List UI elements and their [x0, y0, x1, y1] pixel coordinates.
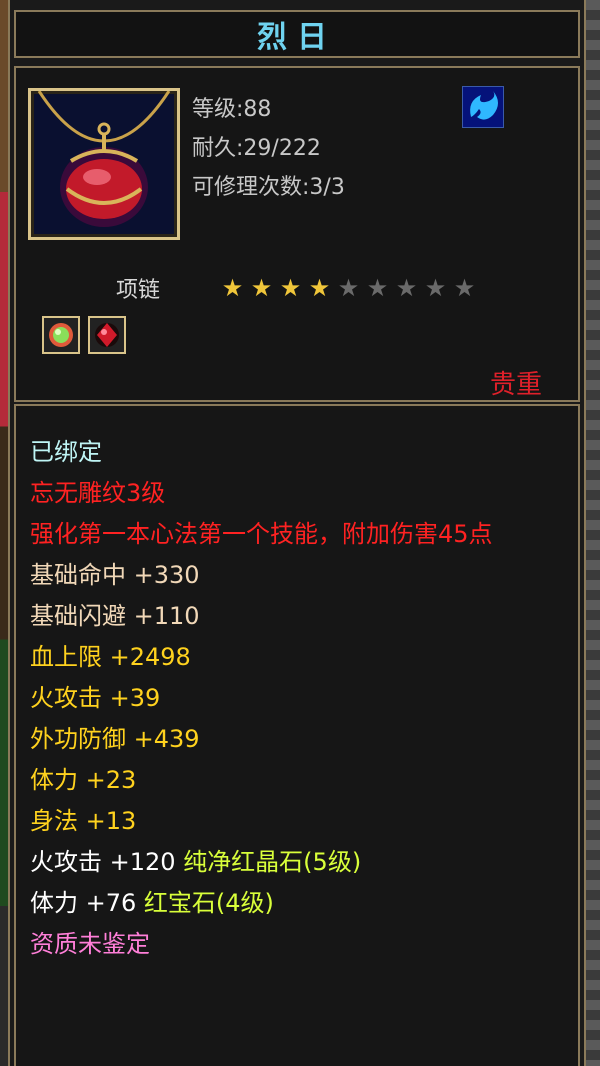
item-attributes-panel: 已绑定 忘无雕纹3级 强化第一本心法第一个技能，附加伤害45点 基础命中 +33… [14, 404, 580, 1066]
bound-status: 已绑定 [30, 438, 102, 466]
blue-flame-skill-icon [462, 86, 504, 128]
gem-bonus-2: 体力 +76 红宝石(4级) [30, 883, 575, 924]
gem-bonus-1: 火攻击 +120 纯净红晶石(5级) [30, 842, 575, 883]
item-title: 烈日 [257, 20, 337, 55]
star-filled-icon: ★ [221, 274, 244, 302]
external-defense-stat: 外功防御 +439 [30, 725, 200, 753]
agility-stat: 身法 +13 [30, 807, 137, 835]
red-gem-slot-icon[interactable] [88, 316, 126, 354]
durability-text: 耐久:29/222 [192, 136, 321, 161]
gem-bonus-1-name: 纯净红晶石(5级) [183, 848, 362, 876]
title-bar: 烈日 [14, 10, 580, 58]
stamina-stat: 体力 +23 [30, 766, 137, 794]
red-amulet-necklace-icon [28, 88, 180, 240]
star-filled-icon: ★ [279, 274, 302, 302]
item-tooltip: 烈日 等级:88 耐久:29/222 可修理次数:3/3 项链 ★ ★ ★ ★ … [8, 0, 586, 1066]
engrave-name: 忘无雕纹3级 [30, 479, 166, 507]
rarity-label: 贵重 [489, 370, 542, 400]
base-dodge-stat: 基础闪避 +110 [30, 602, 200, 630]
gem-bonus-1-stat: 火攻击 +120 [30, 848, 184, 876]
star-rating: ★ ★ ★ ★ ★ ★ ★ ★ ★ [220, 276, 477, 300]
quality-status: 资质未鉴定 [30, 930, 150, 958]
right-edge-strip [586, 0, 600, 1066]
star-empty-icon: ★ [395, 274, 418, 302]
green-gem-slot-icon[interactable] [42, 316, 80, 354]
repair-count-text: 可修理次数:3/3 [192, 175, 345, 200]
star-empty-icon: ★ [424, 274, 447, 302]
engrave-effect: 强化第一本心法第一个技能，附加伤害45点 [30, 520, 493, 548]
star-empty-icon: ★ [366, 274, 389, 302]
star-filled-icon: ★ [250, 274, 273, 302]
base-hit-stat: 基础命中 +330 [30, 561, 200, 589]
attribute-list: 已绑定 忘无雕纹3级 强化第一本心法第一个技能，附加伤害45点 基础命中 +33… [30, 432, 575, 965]
hp-limit-stat: 血上限 +2498 [30, 643, 191, 671]
item-summary-panel: 等级:88 耐久:29/222 可修理次数:3/3 项链 ★ ★ ★ ★ ★ ★… [14, 66, 580, 402]
level-text: 等级:88 [192, 97, 272, 122]
fire-attack-stat: 火攻击 +39 [30, 684, 161, 712]
gem-bonus-2-stat: 体力 +76 [30, 889, 144, 917]
item-basic-stats: 等级:88 耐久:29/222 可修理次数:3/3 [192, 90, 345, 207]
star-empty-icon: ★ [337, 274, 360, 302]
left-edge-strip [0, 0, 8, 1066]
star-empty-icon: ★ [453, 274, 476, 302]
gem-bonus-2-name: 红宝石(4级) [143, 889, 274, 917]
item-type: 项链 [116, 278, 161, 303]
star-filled-icon: ★ [308, 274, 331, 302]
